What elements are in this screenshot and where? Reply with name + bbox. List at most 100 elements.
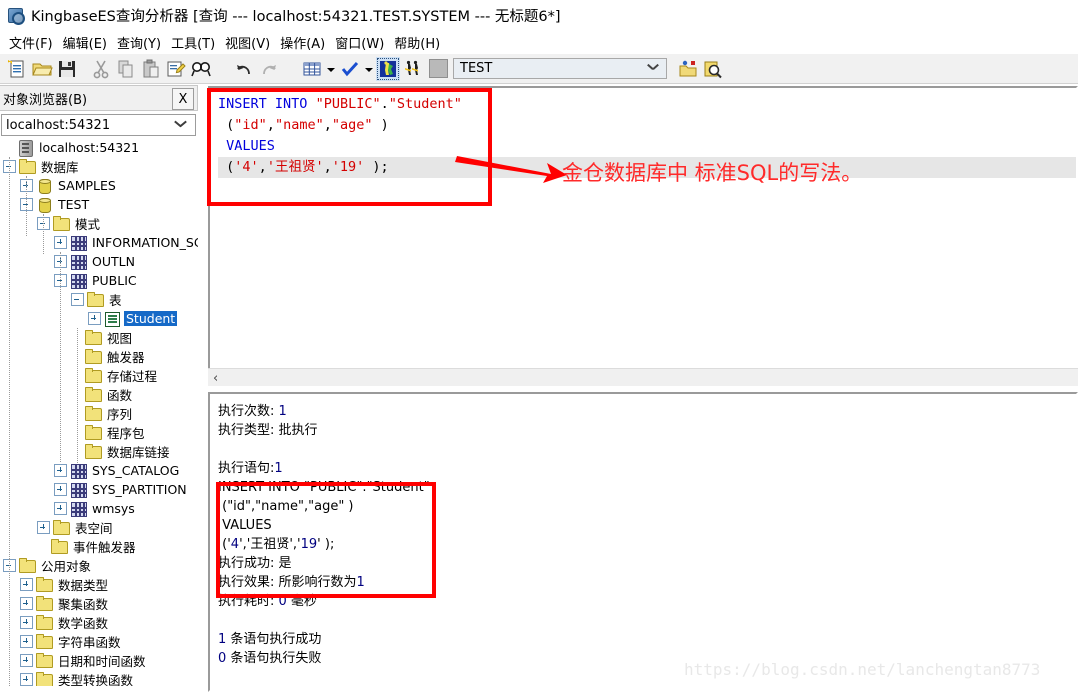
execute-icon[interactable] (376, 56, 400, 81)
sql-line: VALUES (226, 138, 275, 154)
tree-item[interactable]: SAMPLES (1, 176, 198, 195)
menu-file[interactable]: 文件(F) (4, 31, 58, 54)
chevron-down-icon (175, 121, 187, 131)
menu-window[interactable]: 窗口(W) (330, 31, 389, 54)
tree-item[interactable]: 程序包 (1, 423, 198, 442)
object-search-icon[interactable] (701, 57, 725, 81)
copy-icon[interactable] (114, 57, 138, 81)
tree-item[interactable]: 模式 (1, 214, 198, 233)
expand-plus-icon[interactable] (54, 502, 67, 515)
tree-item-label: 模式 (75, 217, 101, 232)
collapse-minus-icon[interactable] (71, 293, 84, 306)
expand-plus-icon[interactable] (20, 673, 33, 686)
result-line: ("id","name","age" ) (218, 499, 354, 514)
tree-item[interactable]: Student (1, 309, 198, 328)
tree-connector-line (26, 176, 27, 236)
undo-icon[interactable] (232, 57, 256, 81)
schema-icon (70, 501, 87, 517)
tree-item[interactable]: 字符串函数 (1, 632, 198, 651)
new-query-icon[interactable] (5, 57, 29, 81)
execute-batch-icon[interactable] (401, 57, 425, 81)
tree-item[interactable]: wmsys (1, 499, 198, 518)
folder-icon (36, 577, 53, 592)
tree-item[interactable]: INFORMATION_SC (1, 233, 198, 252)
tree-item[interactable]: OUTLN (1, 252, 198, 271)
tree-item[interactable]: 事件触发器 (1, 537, 198, 556)
tree-item[interactable]: TEST (1, 195, 198, 214)
tree-item-label: 触发器 (107, 350, 145, 365)
database-select[interactable]: TEST (453, 58, 667, 79)
stop-button[interactable] (429, 59, 448, 78)
app-icon (6, 6, 25, 25)
expand-plus-icon[interactable] (37, 521, 50, 534)
expand-plus-icon[interactable] (54, 464, 67, 477)
tree-item[interactable]: 视图 (1, 328, 198, 347)
tree-item-label: 日期和时间函数 (58, 654, 146, 669)
expand-plus-icon[interactable] (54, 483, 67, 496)
expand-plus-icon[interactable] (88, 312, 101, 325)
tree-item[interactable]: 表 (1, 290, 198, 309)
menu-edit[interactable]: 编辑(E) (58, 31, 112, 54)
tree-item[interactable]: 序列 (1, 404, 198, 423)
tree-item[interactable]: 触发器 (1, 347, 198, 366)
tree-item[interactable]: PUBLIC (1, 271, 198, 290)
save-icon[interactable] (55, 57, 79, 81)
object-browser-panel: 对象浏览器(B) X localhost:54321 localhost:543… (0, 85, 198, 692)
expand-plus-icon[interactable] (20, 616, 33, 629)
redo-icon[interactable] (257, 57, 281, 81)
tree-item[interactable]: 数学函数 (1, 613, 198, 632)
tree-item[interactable]: 数据库 (1, 157, 198, 176)
expand-plus-icon[interactable] (20, 597, 33, 610)
check-syntax-icon[interactable] (338, 57, 362, 81)
tree-item-label: 存储过程 (107, 369, 158, 384)
cut-icon[interactable] (89, 57, 113, 81)
new-connection-icon[interactable] (676, 57, 700, 81)
tree-item[interactable]: 表空间 (1, 518, 198, 537)
menu-tools[interactable]: 工具(T) (166, 31, 220, 54)
tree-item-label: localhost:54321 (39, 140, 140, 155)
open-icon[interactable] (30, 57, 54, 81)
expand-plus-icon[interactable] (20, 578, 33, 591)
result-line (218, 611, 1076, 630)
tree-item-label: SAMPLES (58, 178, 116, 193)
menu-help[interactable]: 帮助(H) (389, 31, 445, 54)
sql-editor-panel[interactable]: INSERT INTO "PUBLIC"."Student" ("id","na… (208, 86, 1078, 386)
tree-item[interactable]: 日期和时间函数 (1, 651, 198, 670)
connection-select[interactable]: localhost:54321 (1, 114, 196, 136)
editor-horizontal-scrollbar[interactable]: ‹ (208, 368, 1078, 386)
tree-item[interactable]: 类型转换函数 (1, 670, 198, 686)
tree-item-label: 数据库链接 (107, 445, 170, 460)
find-icon[interactable] (189, 57, 213, 81)
result-line: 执行次数: 1 (218, 404, 287, 419)
grid-results-icon[interactable] (300, 57, 324, 81)
tree-item[interactable]: 聚集函数 (1, 594, 198, 613)
sql-editor-text[interactable]: INSERT INTO "PUBLIC"."Student" ("id","na… (210, 88, 1076, 384)
grid-results-dropdown-icon[interactable] (325, 57, 336, 81)
paste-icon[interactable] (139, 57, 163, 81)
scroll-left-icon[interactable]: ‹ (213, 371, 218, 386)
menu-view[interactable]: 视图(V) (220, 31, 275, 54)
tree-item-label: 数据类型 (58, 578, 109, 593)
tree-item[interactable]: 函数 (1, 385, 198, 404)
object-tree[interactable]: localhost:54321 数据库 SAMPLES TEST 模式 INFORMATI… (1, 138, 198, 686)
edit-note-icon[interactable] (164, 57, 188, 81)
menu-action[interactable]: 操作(A) (275, 31, 330, 54)
results-panel[interactable]: 执行次数: 1 执行类型: 批执行 执行语句:1 INSERT INTO "PUBL… (208, 392, 1078, 692)
expand-plus-icon[interactable] (54, 236, 67, 249)
expand-plus-icon[interactable] (20, 654, 33, 667)
tree-item[interactable]: 存储过程 (1, 366, 198, 385)
connection-select-value: localhost:54321 (6, 117, 111, 133)
tree-item[interactable]: 数据库链接 (1, 442, 198, 461)
tree-item[interactable]: localhost:54321 (1, 138, 198, 157)
menu-query[interactable]: 查询(Y) (112, 31, 166, 54)
tree-item-label: INFORMATION_SC (92, 235, 198, 250)
tree-item[interactable]: SYS_PARTITION (1, 480, 198, 499)
close-icon[interactable]: X (172, 88, 194, 110)
tree-item[interactable]: SYS_CATALOG (1, 461, 198, 480)
tree-item[interactable]: 公用对象 (1, 556, 198, 575)
check-syntax-dropdown-icon[interactable] (363, 57, 374, 81)
expand-plus-icon[interactable] (20, 635, 33, 648)
result-line: 执行类型: 批执行 (218, 423, 318, 438)
folder-icon (36, 596, 53, 611)
tree-item[interactable]: 数据类型 (1, 575, 198, 594)
